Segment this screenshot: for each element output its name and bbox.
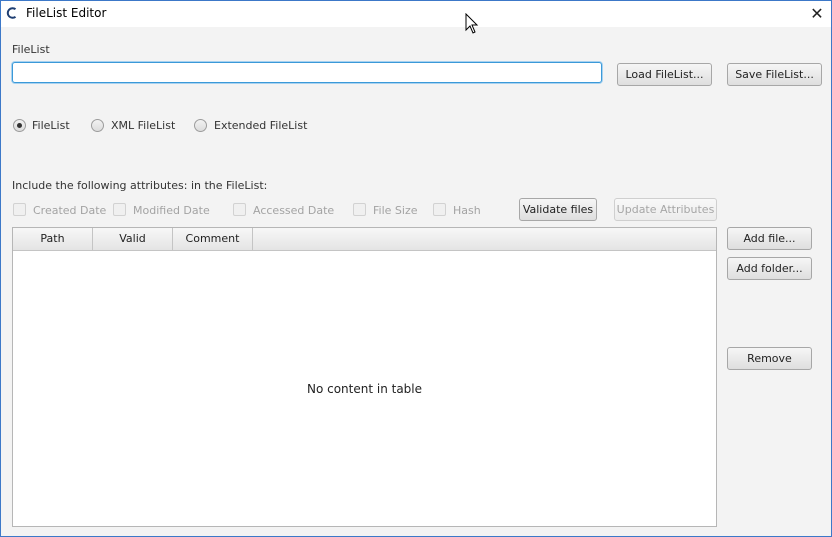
checkbox-modified-date[interactable] [113, 203, 126, 216]
window-title: FileList Editor [26, 6, 107, 20]
filelist-label: FileList [12, 43, 50, 56]
radio-xml-filelist-label[interactable]: XML FileList [111, 119, 175, 132]
radio-xml-filelist[interactable] [91, 119, 104, 132]
checkbox-accessed-date-label: Accessed Date [253, 204, 335, 217]
file-table[interactable]: Path Valid Comment No content in table [12, 227, 717, 527]
checkbox-hash-label: Hash [453, 204, 481, 217]
checkbox-created-date-label: Created Date [33, 204, 107, 217]
checkbox-accessed-date[interactable] [233, 203, 246, 216]
column-valid[interactable]: Valid [93, 228, 173, 250]
table-header: Path Valid Comment [13, 228, 716, 251]
validate-files-button[interactable]: Validate files [519, 198, 597, 221]
save-filelist-button[interactable]: Save FileList... [727, 63, 822, 86]
empty-table-message: No content in table [306, 382, 423, 396]
checkbox-modified-date-label: Modified Date [133, 204, 210, 217]
checkbox-file-size-label: File Size [373, 204, 418, 217]
column-path[interactable]: Path [13, 228, 93, 250]
radio-extended-filelist-label[interactable]: Extended FileList [214, 119, 307, 132]
column-comment[interactable]: Comment [173, 228, 253, 250]
add-file-button[interactable]: Add file... [727, 227, 812, 250]
remove-button[interactable]: Remove [727, 347, 812, 370]
filelist-editor-window: FileList Editor ✕ FileList Load FileList… [0, 0, 832, 537]
filelist-path-input[interactable] [12, 62, 602, 83]
app-logo-icon [6, 7, 17, 19]
mouse-cursor-icon [465, 13, 479, 34]
close-icon[interactable]: ✕ [807, 4, 827, 24]
attributes-label: Include the following attributes: in the… [12, 179, 268, 192]
checkbox-file-size[interactable] [353, 203, 366, 216]
add-folder-button[interactable]: Add folder... [727, 257, 812, 280]
radio-extended-filelist[interactable] [194, 119, 207, 132]
load-filelist-button[interactable]: Load FileList... [617, 63, 712, 86]
update-attributes-button[interactable]: Update Attributes [614, 198, 717, 221]
title-bar: FileList Editor ✕ [1, 1, 831, 27]
checkbox-hash[interactable] [433, 203, 446, 216]
checkbox-created-date[interactable] [13, 203, 26, 216]
radio-filelist-label[interactable]: FileList [32, 119, 70, 132]
radio-filelist[interactable] [13, 119, 26, 132]
